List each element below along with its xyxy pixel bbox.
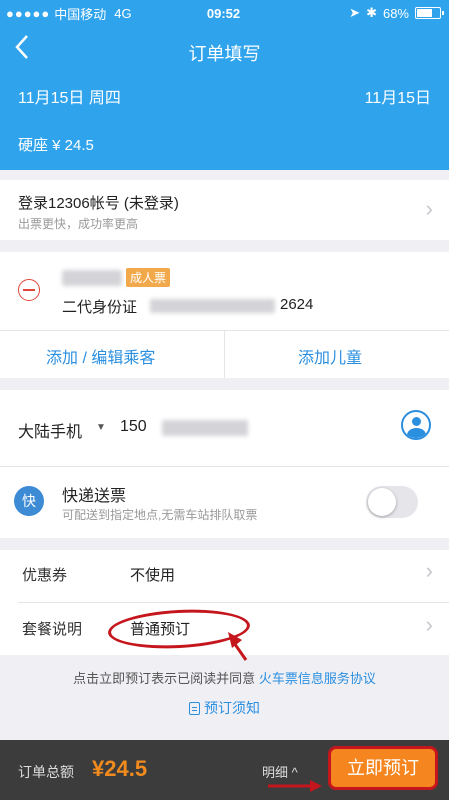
ticket-type-badge: 成人票 [126, 268, 171, 287]
total-label: 订单总额 [18, 764, 74, 780]
chevron-right-icon: › [425, 558, 433, 583]
booking-notice-link[interactable]: 预订须知 [0, 698, 449, 718]
arrival-date: 11月15日 [364, 90, 431, 107]
login-row[interactable]: 登录12306帐号 (未登录) 出票更快，成功率更高 › [0, 180, 449, 240]
package-label: 套餐说明 [22, 621, 83, 638]
departure-date: 11月15日 周四 [18, 90, 121, 107]
options-card: 优惠券 不使用 › 套餐说明 普通预订 › [0, 550, 449, 655]
divider [224, 330, 225, 378]
login-subtitle: 出票更快，成功率更高 [18, 217, 139, 231]
passenger-card: 成人票 二代身份证 2624 添加 / 编辑乘客 添加儿童 [0, 252, 449, 378]
total-value: ¥24.5 [92, 756, 148, 781]
id-number-suffix: 2624 [280, 296, 314, 313]
dropdown-arrow-icon: ▼ [96, 422, 106, 433]
document-icon [189, 702, 200, 715]
book-now-button[interactable]: 立即预订 [328, 746, 438, 790]
detail-toggle[interactable]: 明细 ^ [262, 762, 298, 781]
divider [0, 466, 449, 467]
express-toggle[interactable] [366, 486, 418, 518]
id-number-masked [150, 299, 275, 313]
seat-info: 硬座 ¥ 24.5 [18, 137, 94, 154]
phone-number-masked [162, 420, 248, 436]
agreement-notice: 点击立即预订表示已阅读并同意 火车票信息服务协议 [0, 668, 449, 687]
contact-book-icon[interactable] [401, 410, 431, 440]
phone-type-select[interactable]: 大陆手机 [18, 418, 82, 442]
phone-prefix[interactable]: 150 [120, 418, 147, 436]
bottom-bar: 订单总额 ¥24.5 明细 ^ 立即预订 [0, 740, 449, 800]
status-time: 09:52 [206, 5, 241, 21]
add-child-button[interactable]: 添加儿童 [298, 344, 362, 368]
passenger-name-masked [62, 270, 122, 286]
chevron-right-icon: › [425, 612, 433, 637]
agreement-link[interactable]: 火车票信息服务协议 [259, 671, 376, 686]
add-edit-passenger-button[interactable]: 添加 / 编辑乘客 [46, 344, 155, 368]
annotation-oval [107, 606, 251, 652]
express-subtitle: 可配送到指定地点,无需车站排队取票 [62, 508, 258, 522]
coupon-value: 不使用 [130, 567, 176, 584]
express-title: 快递送票 [62, 488, 127, 505]
remove-passenger-icon[interactable] [18, 279, 40, 301]
battery-icon [415, 7, 444, 19]
booking-notice-label: 预订须知 [204, 700, 260, 716]
divider [18, 602, 449, 603]
express-delivery-icon: 快 [14, 486, 44, 516]
page-title: 订单填写 [188, 44, 261, 64]
id-type: 二代身份证 [62, 299, 138, 316]
contact-card: 大陆手机 ▼ 150 快 快递送票 可配送到指定地点,无需车站排队取票 [0, 390, 449, 538]
chevron-right-icon: › [425, 196, 433, 221]
coupon-label: 优惠券 [22, 567, 68, 584]
status-bar: ●●●●● 中国移动 4G 09:52 ➤ ✱ 68% [6, 4, 444, 22]
login-title: 登录12306帐号 (未登录) [18, 195, 179, 212]
header: ●●●●● 中国移动 4G 09:52 ➤ ✱ 68% 订单填写 11月15日 … [0, 0, 449, 170]
agreement-text: 点击立即预订表示已阅读并同意 [73, 671, 256, 686]
